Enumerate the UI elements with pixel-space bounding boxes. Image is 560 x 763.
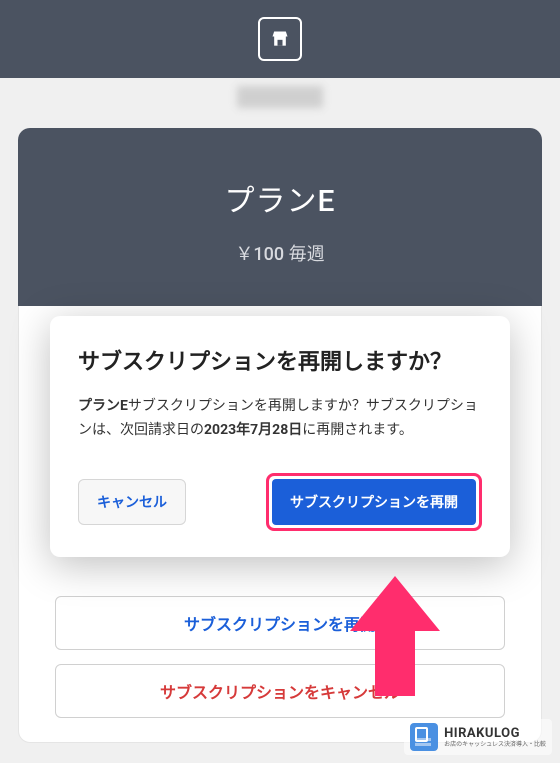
watermark: HIRAKULOG お店のキャッシュレス決済導入・比較: [404, 719, 552, 755]
plan-price: ￥100 毎週: [38, 240, 522, 266]
cancel-button[interactable]: キャンセル: [78, 479, 186, 525]
confirm-resume-modal: サブスクリプションを再開しますか？ プランEサブスクリプションを再開しますか？サ…: [50, 316, 510, 557]
watermark-logo-icon: [410, 723, 438, 751]
blurred-label: [237, 86, 323, 108]
modal-next-billing-date: 2023年7月28日: [204, 422, 302, 438]
app-header: [0, 0, 560, 78]
modal-body: プランEサブスクリプションを再開しますか？サブスクリプションは、次回請求日の20…: [78, 395, 482, 443]
modal-body-text-2: に再開されます。: [302, 422, 413, 438]
watermark-tagline: お店のキャッシュレス決済導入・比較: [444, 742, 546, 748]
cancel-subscription-button-bg[interactable]: サブスクリプションをキャンセル: [55, 664, 505, 718]
confirm-resume-button[interactable]: サブスクリプションを再開: [272, 479, 476, 525]
modal-actions: キャンセル サブスクリプションを再開: [78, 473, 482, 531]
plan-card: プランE ￥100 毎週: [18, 128, 542, 306]
watermark-name: HIRAKULOG: [444, 727, 546, 740]
shop-icon[interactable]: [258, 17, 302, 61]
resume-subscription-button-bg[interactable]: サブスクリプションを再開: [55, 596, 505, 650]
modal-plan-name: プランE: [78, 398, 128, 414]
modal-title: サブスクリプションを再開しますか？: [78, 346, 482, 379]
highlight-annotation: サブスクリプションを再開: [266, 473, 482, 531]
plan-title: プランE: [38, 176, 522, 220]
